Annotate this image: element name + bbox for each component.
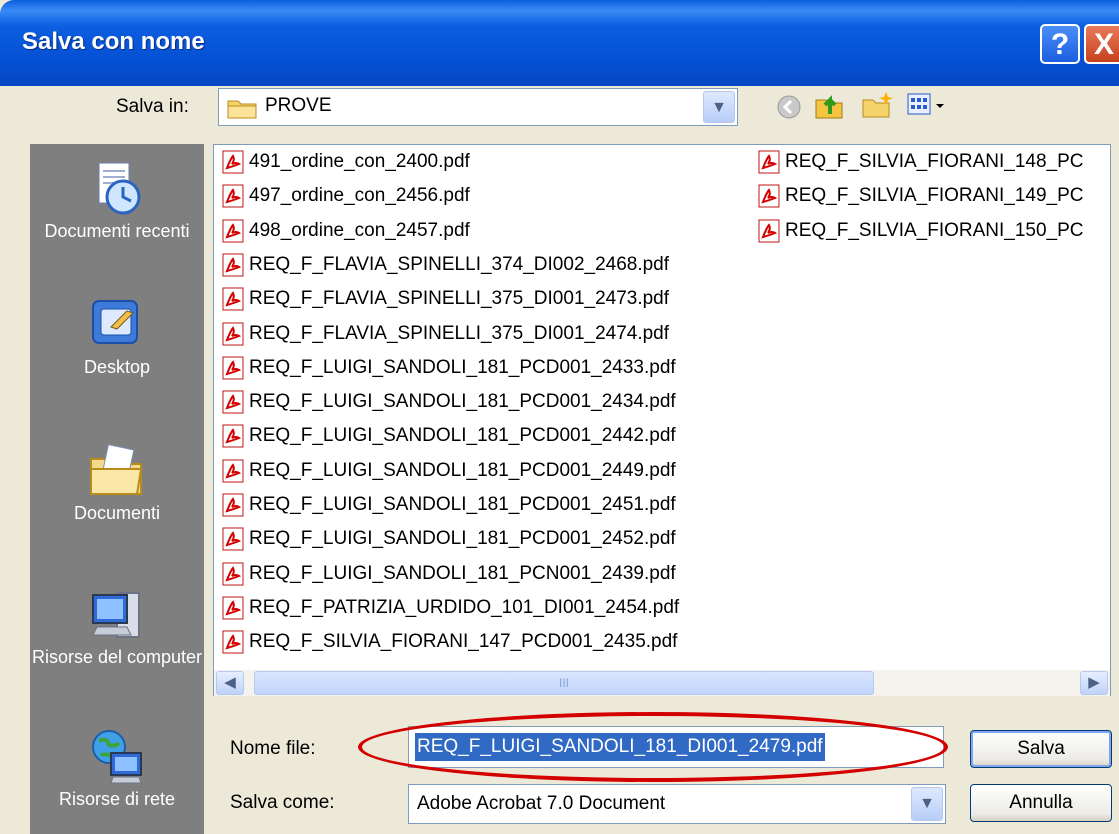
file-item[interactable]: REQ_F_LUIGI_SANDOLI_181_PCD001_2433.pdf — [220, 355, 676, 387]
chevron-down-icon[interactable]: ▼ — [703, 91, 735, 123]
place-label: Risorse del computer — [31, 647, 203, 667]
pdf-file-icon — [758, 219, 780, 243]
close-button[interactable]: X — [1084, 24, 1119, 64]
save-in-label: Salva in: — [116, 96, 189, 117]
pdf-file-icon — [222, 596, 244, 620]
up-folder-icon[interactable] — [812, 88, 846, 122]
file-name: REQ_F_SILVIA_FIORANI_149_PC — [785, 185, 1084, 207]
filetype-combo[interactable]: Adobe Acrobat 7.0 Document ▼ — [408, 784, 946, 824]
pdf-file-icon — [222, 150, 244, 174]
place-label: Documenti — [73, 503, 161, 523]
file-item[interactable]: 498_ordine_con_2457.pdf — [220, 218, 470, 250]
file-item[interactable]: REQ_F_LUIGI_SANDOLI_181_PCD001_2451.pdf — [220, 492, 676, 524]
scrollbar-thumb[interactable]: III — [254, 671, 874, 695]
back-icon[interactable] — [776, 94, 802, 120]
file-item[interactable]: REQ_F_FLAVIA_SPINELLI_375_DI001_2474.pdf — [220, 321, 669, 353]
views-menu-icon[interactable] — [906, 90, 952, 120]
file-name: 491_ordine_con_2400.pdf — [249, 151, 470, 172]
file-name: REQ_F_LUIGI_SANDOLI_181_PCD001_2442.pdf — [249, 425, 676, 447]
file-item[interactable]: REQ_F_LUIGI_SANDOLI_181_PCD001_2434.pdf — [220, 389, 676, 421]
scroll-left-button[interactable]: ◀ — [216, 671, 244, 695]
filetype-label: Salva come: — [230, 792, 335, 813]
red-annotation-ellipse — [358, 712, 948, 782]
place-label: Desktop — [83, 357, 151, 377]
place-label: Risorse di rete — [58, 789, 176, 809]
file-name: REQ_F_LUIGI_SANDOLI_181_PCD001_2433.pdf — [249, 356, 676, 378]
file-name: REQ_F_LUIGI_SANDOLI_181_PCD001_2451.pdf — [249, 494, 676, 515]
file-item[interactable]: REQ_F_LUIGI_SANDOLI_181_PCD001_2452.pdf — [220, 526, 676, 558]
save-as-dialog: Salva con nome ? X Salva in: PROVE ▼ Doc… — [0, 0, 1119, 834]
file-name: 498_ordine_con_2457.pdf — [249, 219, 470, 241]
file-list[interactable]: 491_ordine_con_2400.pdf 497_ordine_con_24… — [213, 144, 1111, 696]
pdf-file-icon — [222, 322, 244, 345]
file-name: 497_ordine_con_2456.pdf — [249, 185, 470, 207]
pdf-file-icon — [222, 527, 244, 551]
file-name: REQ_F_LUIGI_SANDOLI_181_PCD001_2452.pdf — [249, 528, 676, 550]
file-item[interactable]: REQ_F_SILVIA_FIORANI_149_PC — [756, 183, 1084, 215]
pdf-file-icon — [222, 184, 244, 208]
pdf-file-icon — [222, 459, 244, 483]
chevron-down-icon[interactable]: ▼ — [911, 787, 943, 821]
pdf-file-icon — [222, 356, 244, 380]
place-network[interactable]: Risorse di rete — [31, 727, 203, 811]
save-button[interactable]: Salva — [970, 730, 1112, 768]
help-button[interactable]: ? — [1040, 24, 1080, 64]
recent-documents-icon — [98, 162, 141, 215]
horizontal-scrollbar[interactable]: ◀ III ▶ — [214, 670, 1110, 696]
pdf-file-icon — [222, 390, 244, 414]
file-item[interactable]: REQ_F_LUIGI_SANDOLI_181_PCD001_2449.pdf — [220, 458, 676, 490]
file-item[interactable]: REQ_F_LUIGI_SANDOLI_181_PCD001_2442.pdf — [220, 423, 676, 455]
file-item[interactable]: REQ_F_FLAVIA_SPINELLI_374_DI002_2468.pdf — [220, 252, 669, 284]
file-item[interactable]: 491_ordine_con_2400.pdf — [220, 149, 470, 181]
file-item[interactable]: REQ_F_SILVIA_FIORANI_150_PC — [756, 218, 1084, 250]
place-label: Documenti recenti — [44, 221, 190, 241]
file-item[interactable]: REQ_F_PATRIZIA_URDIDO_101_DI001_2454.pdf — [220, 595, 679, 627]
pdf-file-icon — [758, 184, 780, 208]
pdf-file-icon — [222, 562, 244, 586]
my-computer-icon — [92, 592, 140, 638]
file-item[interactable]: REQ_F_FLAVIA_SPINELLI_375_DI001_2473.pdf — [220, 286, 669, 318]
new-folder-icon[interactable] — [860, 88, 894, 122]
place-desktop[interactable]: Desktop — [31, 295, 203, 379]
pdf-file-icon — [222, 630, 244, 654]
file-name: REQ_F_SILVIA_FIORANI_150_PC — [785, 219, 1084, 241]
filetype-value: Adobe Acrobat 7.0 Document — [417, 793, 666, 814]
file-item[interactable]: REQ_F_LUIGI_SANDOLI_181_PCN001_2439.pdf — [220, 561, 676, 593]
pdf-file-icon — [222, 424, 244, 448]
file-name: REQ_F_SILVIA_FIORANI_148_PC — [785, 151, 1084, 172]
pdf-file-icon — [222, 253, 244, 277]
folder-icon — [227, 100, 257, 119]
place-recent-documents[interactable]: Documenti recenti — [31, 159, 203, 243]
file-item[interactable]: REQ_F_SILVIA_FIORANI_148_PC — [756, 149, 1084, 181]
pdf-file-icon — [758, 150, 780, 174]
file-name: REQ_F_FLAVIA_SPINELLI_375_DI001_2474.pdf — [249, 322, 670, 344]
file-name: REQ_F_PATRIZIA_URDIDO_101_DI001_2454.pdf — [249, 596, 680, 618]
documents-icon — [90, 444, 143, 495]
save-in-combo[interactable]: PROVE ▼ — [218, 88, 738, 126]
pdf-file-icon — [222, 219, 244, 243]
desktop-icon — [92, 300, 138, 344]
file-item[interactable]: REQ_F_SILVIA_FIORANI_147_PCD001_2435.pdf — [220, 629, 677, 661]
scroll-right-button[interactable]: ▶ — [1080, 671, 1108, 695]
place-documents[interactable]: Documenti — [31, 441, 203, 525]
file-item[interactable]: 497_ordine_con_2456.pdf — [220, 183, 470, 215]
pdf-file-icon — [222, 287, 244, 311]
network-icon — [92, 730, 142, 784]
file-name: REQ_F_FLAVIA_SPINELLI_374_DI002_2468.pdf — [249, 253, 670, 275]
title-bar[interactable]: Salva con nome ? X — [0, 0, 1119, 86]
file-name: REQ_F_SILVIA_FIORANI_147_PCD001_2435.pdf — [249, 631, 678, 653]
save-in-value: PROVE — [265, 95, 332, 116]
cancel-button[interactable]: Annulla — [970, 784, 1112, 822]
file-name: REQ_F_LUIGI_SANDOLI_181_PCN001_2439.pdf — [249, 562, 676, 584]
file-name: REQ_F_FLAVIA_SPINELLI_375_DI001_2473.pdf — [249, 288, 670, 310]
filename-label: Nome file: — [230, 738, 316, 759]
places-bar: Documenti recenti Desktop Documenti Riso… — [30, 144, 204, 834]
place-my-computer[interactable]: Risorse del computer — [31, 585, 203, 669]
file-name: REQ_F_LUIGI_SANDOLI_181_PCD001_2449.pdf — [249, 459, 676, 481]
file-name: REQ_F_LUIGI_SANDOLI_181_PCD001_2434.pdf — [249, 391, 676, 413]
window-title: Salva con nome — [22, 28, 205, 55]
pdf-file-icon — [222, 493, 244, 517]
